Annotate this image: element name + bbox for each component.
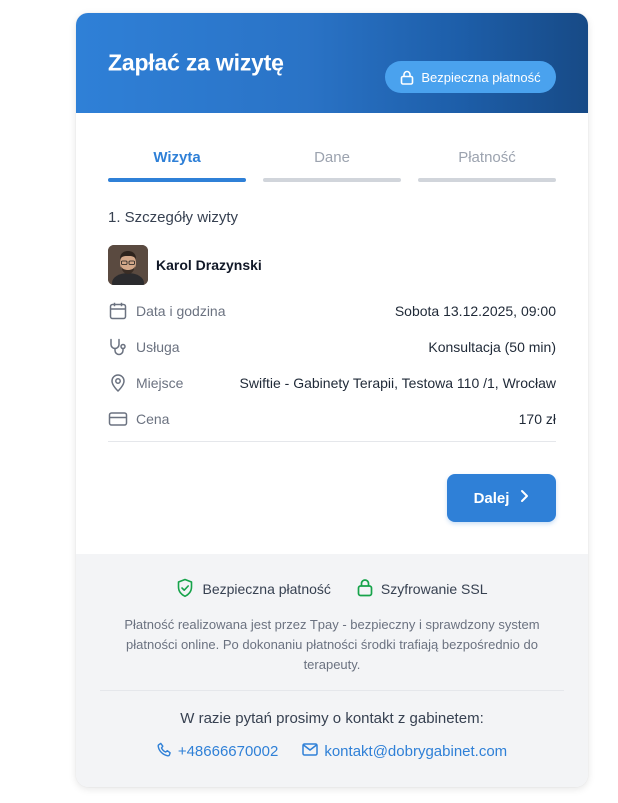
tab-label: Dane (314, 149, 350, 166)
detail-value: Konsultacja (50 min) (428, 339, 556, 355)
detail-value: 170 zł (518, 411, 556, 427)
stethoscope-icon (108, 337, 128, 357)
lock-icon (357, 578, 373, 600)
detail-label: Data i godzina (136, 303, 226, 319)
therapist-info: Karol Drazynski (108, 244, 262, 285)
email-address: kontakt@dobrygabinet.com (324, 743, 508, 760)
detail-row-price: Cena 170 zł (108, 408, 556, 430)
phone-icon (157, 742, 172, 761)
tab-platnosc[interactable]: Płatność (418, 150, 556, 182)
secure-payment-label: Bezpieczna płatność (202, 581, 331, 597)
tab-dane[interactable]: Dane (263, 150, 401, 182)
detail-value: Swiftie - Gabinety Terapii, Testowa 110 … (239, 375, 556, 391)
phone-link[interactable]: +48666670002 (157, 742, 279, 761)
contact-links: +48666670002 kontakt@dobrygabinet.com (76, 742, 588, 761)
tab-indicator (263, 178, 401, 182)
chevron-right-icon (519, 489, 529, 507)
tab-indicator (108, 178, 246, 182)
ssl-info: Szyfrowanie SSL (357, 578, 488, 600)
security-badges: Bezpieczna płatność Szyfrowanie SSL (76, 578, 588, 600)
tab-wizyta[interactable]: Wizyta (108, 150, 246, 182)
payment-info-text: Płatność realizowana jest przez Tpay - b… (124, 617, 540, 672)
divider (108, 441, 556, 442)
detail-row-service: Usługa Konsultacja (50 min) (108, 336, 556, 358)
secure-badge-label: Bezpieczna płatność (421, 69, 541, 85)
detail-value: Sobota 13.12.2025, 09:00 (394, 303, 556, 319)
payment-card: Zapłać za wizytę Bezpieczna płatność Wiz… (76, 13, 588, 787)
detail-row-location: Miejsce Swiftie - Gabinety Terapii, Test… (108, 372, 556, 394)
credit-card-icon (108, 409, 128, 429)
lock-icon (400, 70, 414, 85)
calendar-icon (108, 301, 128, 321)
location-pin-icon (108, 373, 128, 393)
secure-payment-badge: Bezpieczna płatność (385, 61, 556, 93)
next-button[interactable]: Dalej (447, 474, 556, 522)
avatar (108, 244, 148, 285)
phone-number: +48666670002 (177, 743, 279, 760)
therapist-name: Karol Drazynski (156, 256, 262, 273)
tab-label: Wizyta (153, 149, 201, 166)
detail-label: Miejsce (136, 375, 184, 391)
shield-check-icon (176, 578, 194, 601)
page-title: Zapłać za wizytę (108, 49, 284, 76)
section-title: 1. Szczegóły wizyty (108, 209, 239, 226)
payment-footer: Bezpieczna płatność Szyfrowanie SSL Płat… (76, 554, 588, 787)
mail-icon (302, 743, 319, 760)
ssl-label: Szyfrowanie SSL (380, 581, 488, 597)
divider (100, 690, 564, 691)
email-link[interactable]: kontakt@dobrygabinet.com (302, 743, 507, 760)
card-header: Zapłać za wizytę Bezpieczna płatność (76, 13, 588, 113)
detail-row-date: Data i godzina Sobota 13.12.2025, 09:00 (108, 300, 556, 322)
step-tabs: Wizyta Dane Płatność (108, 150, 556, 182)
detail-label: Cena (136, 411, 170, 427)
detail-label: Usługa (136, 339, 180, 355)
contact-heading: W razie pytań prosimy o kontakt z gabine… (180, 710, 484, 727)
tab-label: Płatność (458, 149, 516, 166)
next-button-label: Dalej (473, 489, 510, 507)
secure-payment-info: Bezpieczna płatność (176, 578, 331, 601)
tab-indicator (418, 178, 556, 182)
